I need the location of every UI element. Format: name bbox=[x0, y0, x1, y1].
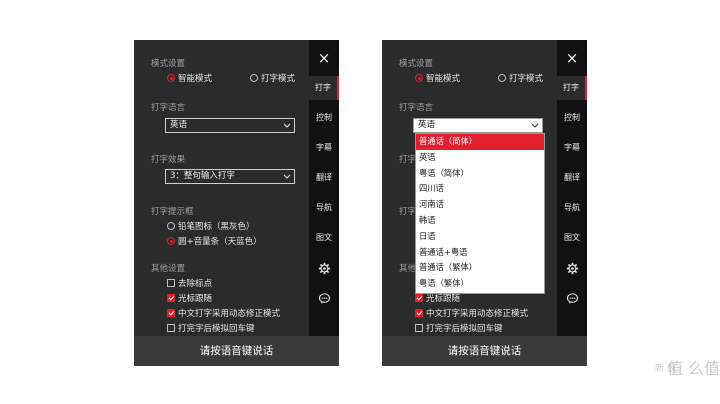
mode-typing-label: 打字模式 bbox=[509, 74, 544, 84]
dropdown-item-japanese[interactable]: 日语 bbox=[416, 229, 544, 245]
dropdown-item-mandarin-simplified[interactable]: 普通话（简体） bbox=[416, 134, 544, 150]
settings-panel-left: 模式设置 智能模式 打字模式 打字语言 英语 打字效果 3：整句输入打字 打字提… bbox=[134, 40, 339, 366]
remove-punctuation-label: 去除标点 bbox=[178, 279, 213, 289]
dropdown-item-henanese[interactable]: 河南话 bbox=[416, 197, 544, 213]
gear-icon[interactable] bbox=[309, 258, 339, 278]
dynamic-correction-checkbox[interactable]: 中文打字采用动态修正模式 bbox=[167, 307, 280, 319]
simulate-enter-checkbox[interactable]: 打完字后模拟回车键 bbox=[415, 322, 503, 334]
sidebar: × 打字 控制 字幕 翻译 导航 图文 bbox=[557, 40, 587, 336]
checkbox-unchecked-icon bbox=[415, 324, 423, 332]
hint-pencil-label: 铅笔图标（黑灰色） bbox=[178, 222, 255, 232]
effect-select-value: 3：整句输入打字 bbox=[170, 171, 235, 181]
mode-smart-label: 智能模式 bbox=[426, 74, 461, 84]
cursor-follow-checkbox[interactable]: 光标跟随 bbox=[167, 292, 212, 304]
simulate-enter-label: 打完字后模拟回车键 bbox=[178, 324, 255, 334]
dropdown-item-cantonese-simplified[interactable]: 粤语（简体） bbox=[416, 166, 544, 182]
checkbox-unchecked-icon bbox=[167, 279, 175, 287]
hint-pencil-radio[interactable]: 铅笔图标（黑灰色） bbox=[167, 220, 255, 232]
checkbox-unchecked-icon bbox=[167, 324, 175, 332]
sidebar: × 打字 控制 字幕 翻译 导航 图文 bbox=[309, 40, 339, 336]
remove-punctuation-checkbox[interactable]: 去除标点 bbox=[167, 277, 212, 289]
tab-navigation[interactable]: 导航 bbox=[309, 196, 339, 220]
radio-selected-icon bbox=[167, 74, 175, 82]
radio-unselected-icon bbox=[167, 222, 175, 230]
tab-image-text[interactable]: 图文 bbox=[557, 226, 587, 250]
dropdown-item-mandarin-cantonese[interactable]: 普通话+粤语 bbox=[416, 245, 544, 261]
effect-section-title: 打字效果 bbox=[151, 155, 186, 165]
checkbox-checked-icon bbox=[415, 294, 423, 302]
radio-selected-icon bbox=[415, 74, 423, 82]
checkbox-checked-icon bbox=[167, 294, 175, 302]
cursor-follow-label: 光标跟随 bbox=[178, 294, 213, 304]
checkbox-checked-icon bbox=[415, 309, 423, 317]
chevron-down-icon bbox=[283, 123, 291, 128]
dynamic-correction-label: 中文打字采用动态修正模式 bbox=[426, 309, 529, 319]
radio-unselected-icon bbox=[250, 74, 258, 82]
tab-typing[interactable]: 打字 bbox=[309, 76, 339, 100]
voice-key-footer[interactable]: 请按语音键说话 bbox=[382, 336, 587, 366]
language-select[interactable]: 英语 bbox=[165, 118, 295, 133]
mode-section-title: 模式设置 bbox=[399, 59, 434, 69]
tab-typing[interactable]: 打字 bbox=[557, 76, 587, 100]
mode-typing-radio[interactable]: 打字模式 bbox=[250, 72, 295, 84]
effect-select[interactable]: 3：整句输入打字 bbox=[165, 169, 295, 184]
mode-typing-radio[interactable]: 打字模式 bbox=[498, 72, 543, 84]
language-select-value: 英语 bbox=[170, 120, 188, 130]
language-section-title: 打字语言 bbox=[151, 103, 186, 113]
dropdown-item-sichuanese[interactable]: 四川话 bbox=[416, 181, 544, 197]
voice-key-footer[interactable]: 请按语音键说话 bbox=[134, 336, 339, 366]
hint-circle-label: 圆+音量条（天蓝色） bbox=[178, 237, 262, 247]
mode-smart-label: 智能模式 bbox=[178, 74, 213, 84]
mode-section-title: 模式设置 bbox=[151, 59, 186, 69]
hint-circle-radio[interactable]: 圆+音量条（天蓝色） bbox=[167, 235, 262, 247]
close-button[interactable]: × bbox=[557, 48, 587, 68]
chat-icon[interactable] bbox=[557, 288, 587, 308]
tab-subtitle[interactable]: 字幕 bbox=[557, 136, 587, 160]
language-select-open[interactable]: 英语 bbox=[413, 118, 543, 133]
checkbox-checked-icon bbox=[167, 309, 175, 317]
watermark-main: 值 么值得买 bbox=[667, 359, 720, 378]
language-select-value: 英语 bbox=[418, 120, 436, 130]
tab-translate[interactable]: 翻译 bbox=[309, 166, 339, 190]
close-button[interactable]: × bbox=[309, 48, 339, 68]
chat-icon[interactable] bbox=[309, 288, 339, 308]
watermark: 新 浪值 么值得买 bbox=[655, 355, 720, 379]
hint-section-title: 打字提示框 bbox=[151, 207, 194, 217]
language-dropdown-list: 普通话（简体） 英语 粤语（简体） 四川话 河南话 韩语 日语 普通话+粤语 普… bbox=[415, 133, 545, 294]
simulate-enter-label: 打完字后模拟回车键 bbox=[426, 324, 503, 334]
simulate-enter-checkbox[interactable]: 打完字后模拟回车键 bbox=[167, 322, 255, 334]
tab-control[interactable]: 控制 bbox=[309, 106, 339, 130]
tab-navigation[interactable]: 导航 bbox=[557, 196, 587, 220]
tab-control[interactable]: 控制 bbox=[557, 106, 587, 130]
chevron-down-icon bbox=[531, 123, 539, 128]
dynamic-correction-label: 中文打字采用动态修正模式 bbox=[178, 309, 281, 319]
dropdown-item-cantonese-traditional[interactable]: 粤语（繁体） bbox=[416, 276, 544, 292]
radio-selected-icon bbox=[167, 237, 175, 245]
tab-subtitle[interactable]: 字幕 bbox=[309, 136, 339, 160]
gear-icon[interactable] bbox=[557, 258, 587, 278]
watermark-small: 新 浪 bbox=[655, 364, 676, 374]
radio-unselected-icon bbox=[498, 74, 506, 82]
dropdown-item-english[interactable]: 英语 bbox=[416, 150, 544, 166]
mode-typing-label: 打字模式 bbox=[261, 74, 296, 84]
dynamic-correction-checkbox[interactable]: 中文打字采用动态修正模式 bbox=[415, 307, 528, 319]
mode-smart-radio[interactable]: 智能模式 bbox=[415, 72, 460, 84]
language-section-title: 打字语言 bbox=[399, 103, 434, 113]
other-section-title: 其他设置 bbox=[151, 264, 186, 274]
dropdown-item-korean[interactable]: 韩语 bbox=[416, 213, 544, 229]
dropdown-item-mandarin-traditional[interactable]: 普通话（繁体） bbox=[416, 260, 544, 276]
settings-content: 模式设置 智能模式 打字模式 打字语言 英语 打字效果 3：整句输入打字 打字提… bbox=[134, 40, 309, 336]
chevron-down-icon bbox=[283, 174, 291, 179]
tab-translate[interactable]: 翻译 bbox=[557, 166, 587, 190]
mode-smart-radio[interactable]: 智能模式 bbox=[167, 72, 212, 84]
tab-image-text[interactable]: 图文 bbox=[309, 226, 339, 250]
